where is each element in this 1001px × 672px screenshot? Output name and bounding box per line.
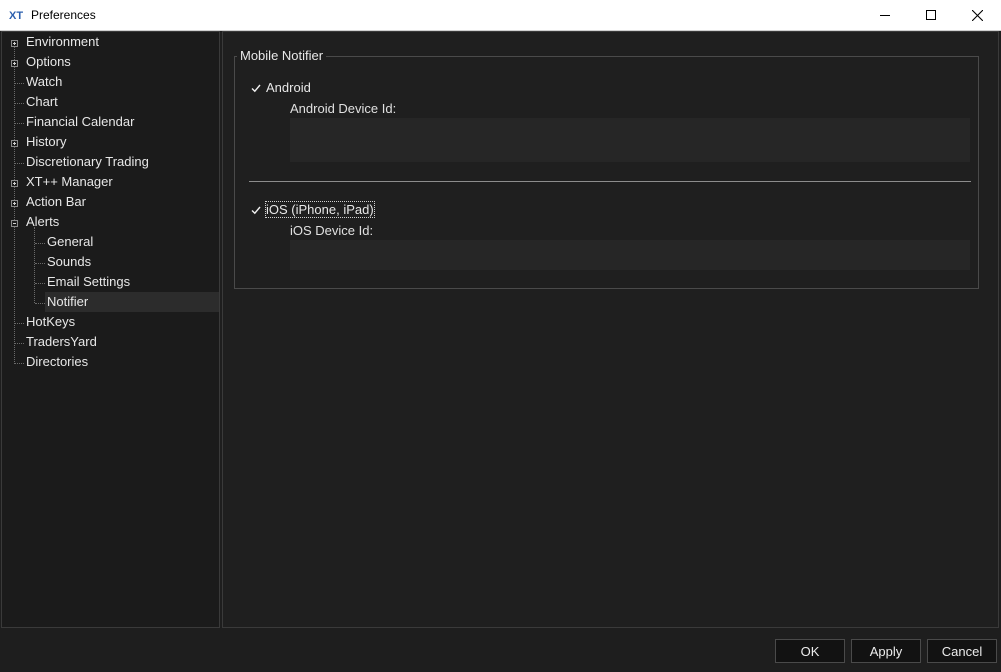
tree-connector [15,343,24,344]
ios-device-id-field[interactable] [290,240,970,270]
tree-item-general[interactable]: General [47,232,93,252]
tree-item-discretionary-trading[interactable]: Discretionary Trading [26,152,149,172]
tree-item-alerts[interactable]: Alerts [26,212,59,232]
cancel-button[interactable]: Cancel [927,639,997,663]
tree-connector [15,123,24,124]
tree-item-hotkeys[interactable]: HotKeys [26,312,75,332]
tree-connector [35,303,45,304]
minimize-button[interactable] [862,0,908,30]
preferences-tree[interactable]: Environment Options Watch Chart Financia… [1,31,220,628]
tree-item-sounds[interactable]: Sounds [47,252,91,272]
tree-connector [15,163,24,164]
tree-connector [15,83,24,84]
tree-connector [15,103,24,104]
group-title: Mobile Notifier [237,48,327,63]
tree-item-chart[interactable]: Chart [26,92,58,112]
expand-icon[interactable] [11,40,18,47]
expand-icon[interactable] [11,200,18,207]
ios-checkbox-label[interactable]: iOS (iPhone, iPad) [265,201,375,218]
separator [249,181,971,182]
ok-button[interactable]: OK [775,639,845,663]
tree-item-email-settings[interactable]: Email Settings [47,272,130,292]
tree-connector [15,363,24,364]
xt-app-icon: XT [9,10,23,22]
window-title: Preferences [31,8,96,22]
expand-icon[interactable] [11,140,18,147]
expand-icon[interactable] [11,180,18,187]
tree-connector [35,243,45,244]
tree-item-history[interactable]: History [26,132,66,152]
ios-checkbox[interactable] [250,204,262,216]
ios-device-id-label: iOS Device Id: [290,223,374,238]
tree-connector [15,323,24,324]
expand-icon[interactable] [11,60,18,67]
apply-button[interactable]: Apply [851,639,921,663]
tree-item-financial-calendar[interactable]: Financial Calendar [26,112,134,132]
android-checkbox-label[interactable]: Android [266,80,311,95]
tree-item-directories[interactable]: Directories [26,352,88,372]
tree-item-notifier[interactable]: Notifier [45,292,219,312]
android-device-id-label: Android Device Id: [290,101,397,116]
tree-connector [35,263,45,264]
android-device-id-field[interactable] [290,118,970,162]
tree-item-xt-manager[interactable]: XT++ Manager [26,172,113,192]
android-checkbox[interactable] [250,82,262,94]
tree-item-watch[interactable]: Watch [26,72,62,92]
tree-item-tradersyard[interactable]: TradersYard [26,332,97,352]
close-button[interactable] [954,0,1000,30]
minimize-icon [880,15,890,16]
maximize-button[interactable] [908,0,954,30]
tree-connector [35,283,45,284]
svg-text:XT: XT [9,10,23,22]
tree-item-environment[interactable]: Environment [26,32,99,52]
maximize-icon [926,10,936,20]
settings-panel: Mobile Notifier Android Android Device I… [222,31,999,628]
title-bar: XT Preferences [0,0,1001,31]
tree-connector [34,227,35,303]
close-icon [971,9,983,21]
tree-item-action-bar[interactable]: Action Bar [26,192,86,212]
tree-item-options[interactable]: Options [26,52,71,72]
collapse-icon[interactable] [11,220,18,227]
